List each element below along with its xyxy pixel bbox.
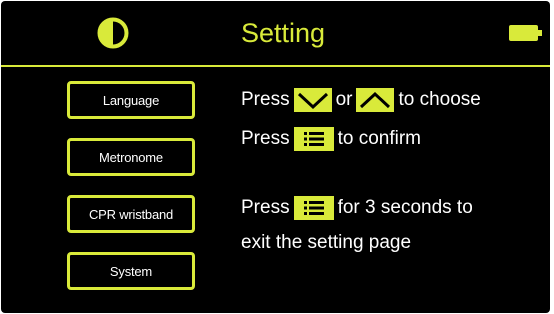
cpr-wristband-button[interactable]: CPR wristband xyxy=(67,195,195,233)
menu-list-icon xyxy=(293,196,334,220)
metronome-button[interactable]: Metronome xyxy=(67,138,195,176)
chevron-up-icon xyxy=(356,88,395,112)
contrast-icon[interactable] xyxy=(97,17,129,49)
language-button[interactable]: Language xyxy=(67,81,195,119)
header-divider xyxy=(1,65,550,67)
device-screen: Setting Language Metronome CPR wristband… xyxy=(1,1,550,313)
instruction-text: exit the setting page xyxy=(241,232,412,253)
instruction-text: or xyxy=(335,89,353,110)
instruction-line-exit-continued: exit the setting page xyxy=(241,230,411,256)
instruction-text: to confirm xyxy=(337,128,421,149)
system-button[interactable]: System xyxy=(67,252,195,290)
instruction-line-confirm: Press to confirm xyxy=(241,126,421,152)
menu-list-icon xyxy=(293,127,334,151)
instruction-line-choose: Press or to choose xyxy=(241,87,481,113)
instruction-line-exit: Press for 3 seconds to xyxy=(241,195,473,221)
page-title: Setting xyxy=(240,18,326,48)
battery-icon xyxy=(509,25,542,41)
instruction-text: Press xyxy=(241,128,290,149)
instruction-text: Press xyxy=(241,197,290,218)
chevron-down-icon xyxy=(293,88,332,112)
instruction-text: Press xyxy=(241,89,290,110)
instruction-text: for 3 seconds to xyxy=(337,197,473,218)
header: Setting xyxy=(1,1,550,65)
instruction-text: to choose xyxy=(398,89,481,110)
